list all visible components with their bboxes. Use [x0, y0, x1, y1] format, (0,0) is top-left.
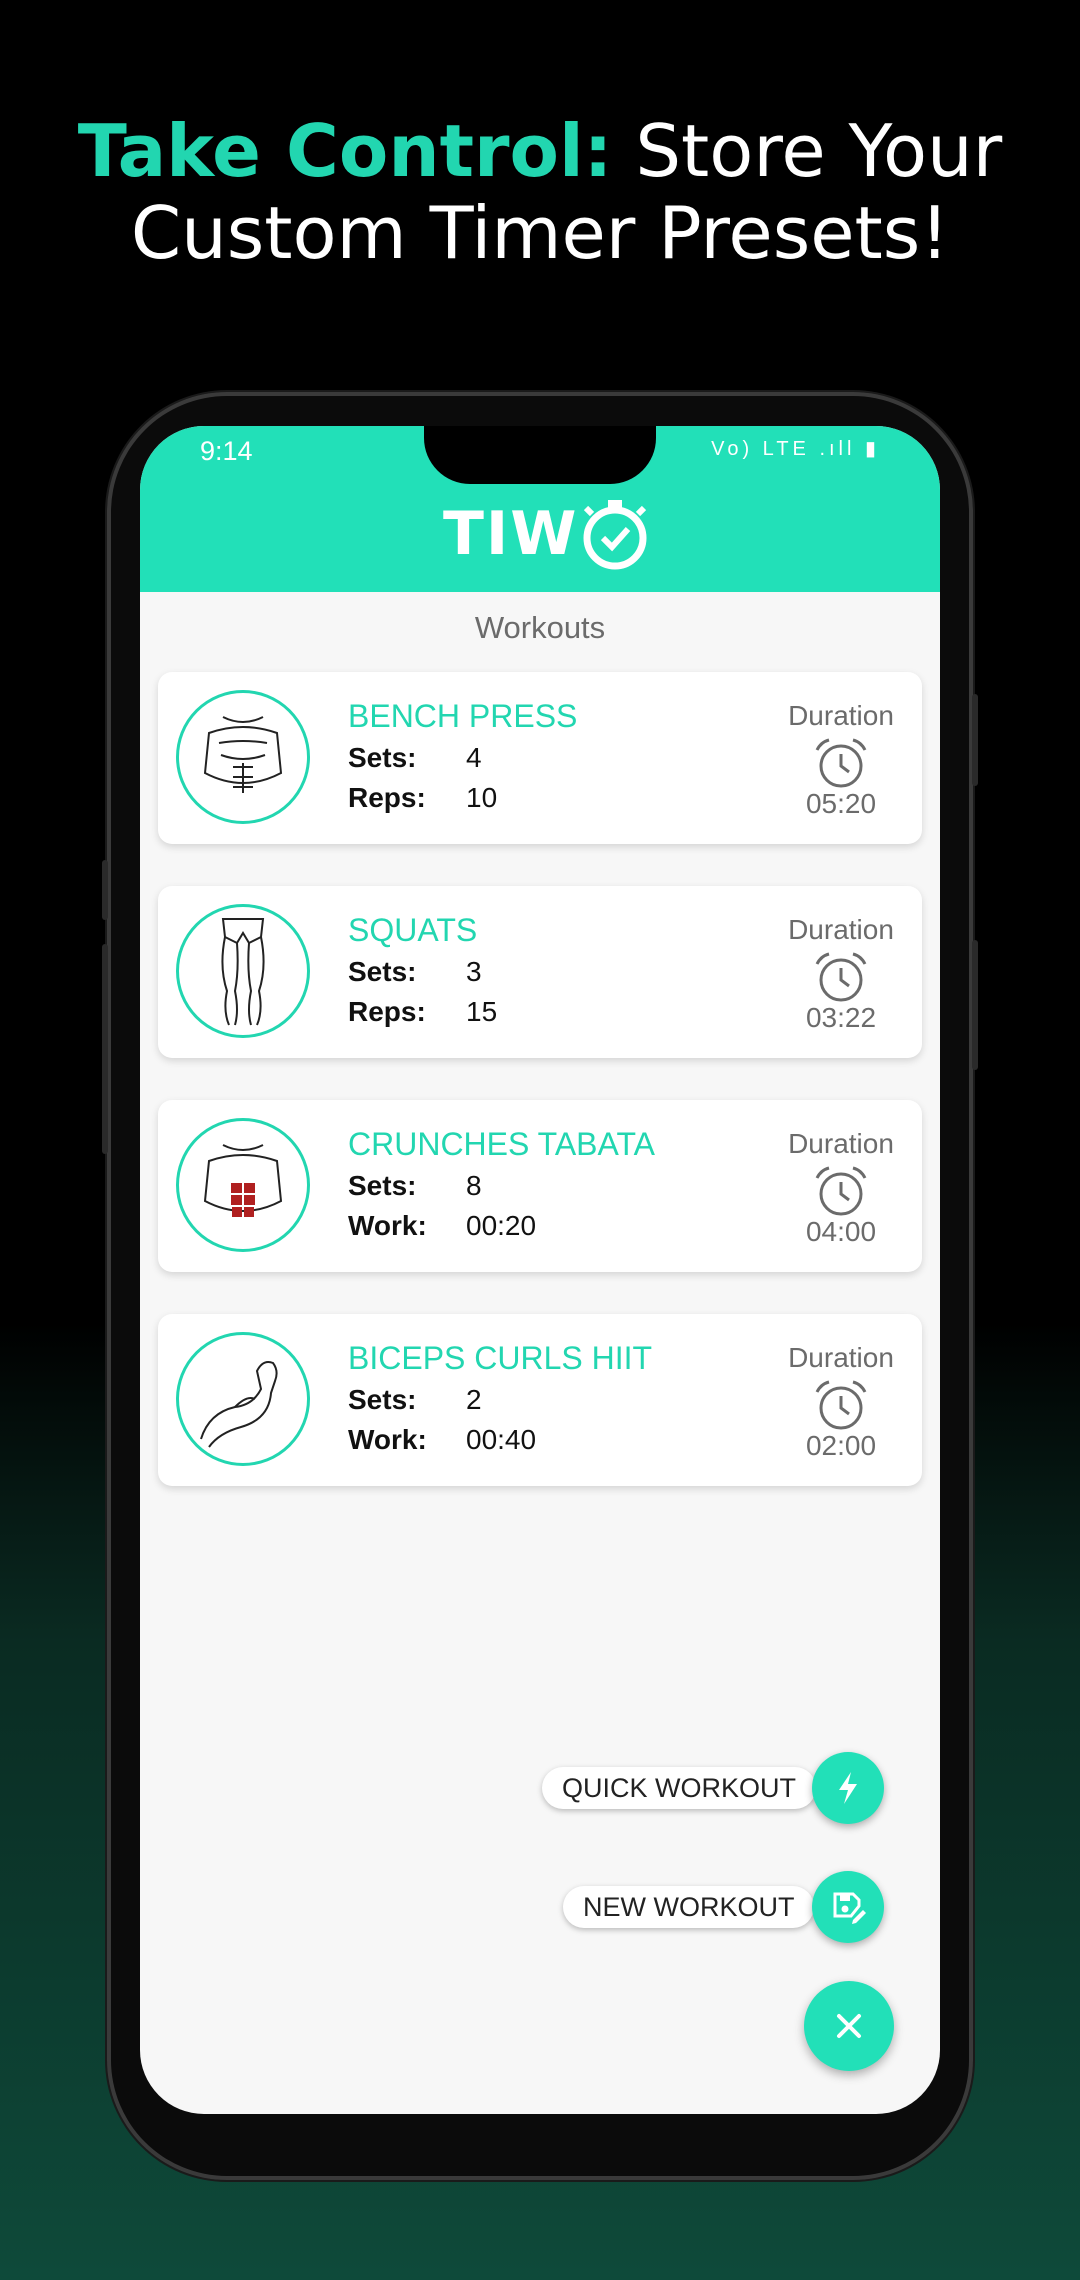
workout-name: CRUNCHES TABATA: [348, 1126, 655, 1162]
duration-label: Duration: [788, 1342, 894, 1373]
side-button-left: [102, 860, 108, 920]
power-button: [972, 694, 978, 786]
stopwatch-logo-icon: [583, 500, 647, 570]
camera-notch: [424, 426, 656, 484]
logo-text: TIW: [443, 499, 579, 569]
duration-label: Duration: [788, 914, 894, 945]
alarm-clock-icon: [815, 1380, 867, 1430]
sets-label: Sets:: [348, 1384, 417, 1415]
status-time: 9:14: [200, 436, 253, 466]
save-edit-icon: [833, 1892, 866, 1924]
close-icon: [837, 2014, 861, 2038]
close-fab-button[interactable]: [804, 1981, 894, 2071]
duration-value: 03:22: [805, 1002, 877, 1033]
workout-card-squats[interactable]: SQUATS Sets: 3 Reps: 15 Duration 03:22: [158, 886, 922, 1058]
sets-label: Sets:: [348, 742, 417, 773]
workout-name: BENCH PRESS: [348, 698, 578, 734]
workout-reps-row: Reps: 15: [348, 996, 497, 1028]
reps-label: Reps:: [348, 782, 426, 813]
duration-value: 04:00: [805, 1216, 877, 1247]
status-icons: Vo) LTE .ıll ▮: [711, 438, 880, 460]
workout-work-row: Work: 00:20: [348, 1210, 536, 1242]
workout-name: SQUATS: [348, 912, 478, 948]
duration-value: 02:00: [805, 1430, 877, 1461]
workout-card-biceps-curls-hiit[interactable]: BICEPS CURLS HIIT Sets: 2 Work: 00:40 Dura…: [158, 1314, 922, 1486]
new-workout-label[interactable]: NEW WORKOUT: [563, 1886, 815, 1928]
headline-accent: Take Control:: [77, 109, 613, 193]
workout-reps-row: Reps: 10: [348, 782, 497, 814]
workout-sets-row: Sets: 3: [348, 956, 482, 988]
work-label: Work:: [348, 1210, 427, 1241]
alarm-clock-icon: [815, 952, 867, 1002]
workout-sets-row: Sets: 4: [348, 742, 482, 774]
bicep-arm-icon: [176, 1332, 310, 1466]
reps-label: Reps:: [348, 996, 426, 1027]
alarm-clock-icon: [815, 1166, 867, 1216]
chest-muscles-icon: [176, 690, 310, 824]
work-value: 00:40: [466, 1424, 537, 1455]
workout-card-crunches-tabata[interactable]: CRUNCHES TABATA Sets: 8 Work: 00:20 Durati…: [158, 1100, 922, 1272]
quick-workout-label[interactable]: QUICK WORKOUT: [542, 1767, 816, 1809]
workout-sets-row: Sets: 8: [348, 1170, 482, 1202]
alarm-clock-icon: [815, 738, 867, 788]
sets-value: 8: [466, 1170, 482, 1201]
headline-rest: Store Your: [612, 109, 1003, 193]
headline: Take Control: Store Your Custom Timer Pr…: [0, 110, 1080, 274]
abs-icon: [176, 1118, 310, 1252]
new-workout-button[interactable]: [812, 1871, 884, 1943]
reps-value: 15: [466, 996, 498, 1027]
section-title: Workouts: [474, 610, 606, 645]
sets-value: 4: [466, 742, 482, 773]
app-bar: 9:14 Vo) LTE .ıll ▮ TIW: [140, 426, 940, 592]
headline-line2: Custom Timer Presets!: [130, 191, 950, 275]
sets-label: Sets:: [348, 1170, 417, 1201]
phone-screen: 9:14 Vo) LTE .ıll ▮ TIW Workouts BENCH P…: [140, 426, 940, 2114]
side-button-left-2: [102, 944, 108, 1154]
sets-value: 3: [466, 956, 482, 987]
duration-label: Duration: [788, 700, 894, 731]
workout-work-row: Work: 00:40: [348, 1424, 536, 1456]
workout-name: BICEPS CURLS HIIT: [348, 1340, 653, 1376]
work-value: 00:20: [466, 1210, 537, 1241]
duration-value: 05:20: [805, 788, 877, 819]
sets-label: Sets:: [348, 956, 417, 987]
workout-sets-row: Sets: 2: [348, 1384, 482, 1416]
workout-card-bench-press[interactable]: BENCH PRESS Sets: 4 Reps: 10 Duration 05:2…: [158, 672, 922, 844]
app-logo: TIW: [443, 496, 652, 572]
legs-icon: [176, 904, 310, 1038]
sets-value: 2: [466, 1384, 482, 1415]
lightning-bolt-icon: [839, 1772, 857, 1804]
work-label: Work:: [348, 1424, 427, 1455]
volume-button: [972, 940, 978, 1070]
quick-workout-button[interactable]: [812, 1752, 884, 1824]
reps-value: 10: [466, 782, 498, 813]
duration-label: Duration: [788, 1128, 894, 1159]
